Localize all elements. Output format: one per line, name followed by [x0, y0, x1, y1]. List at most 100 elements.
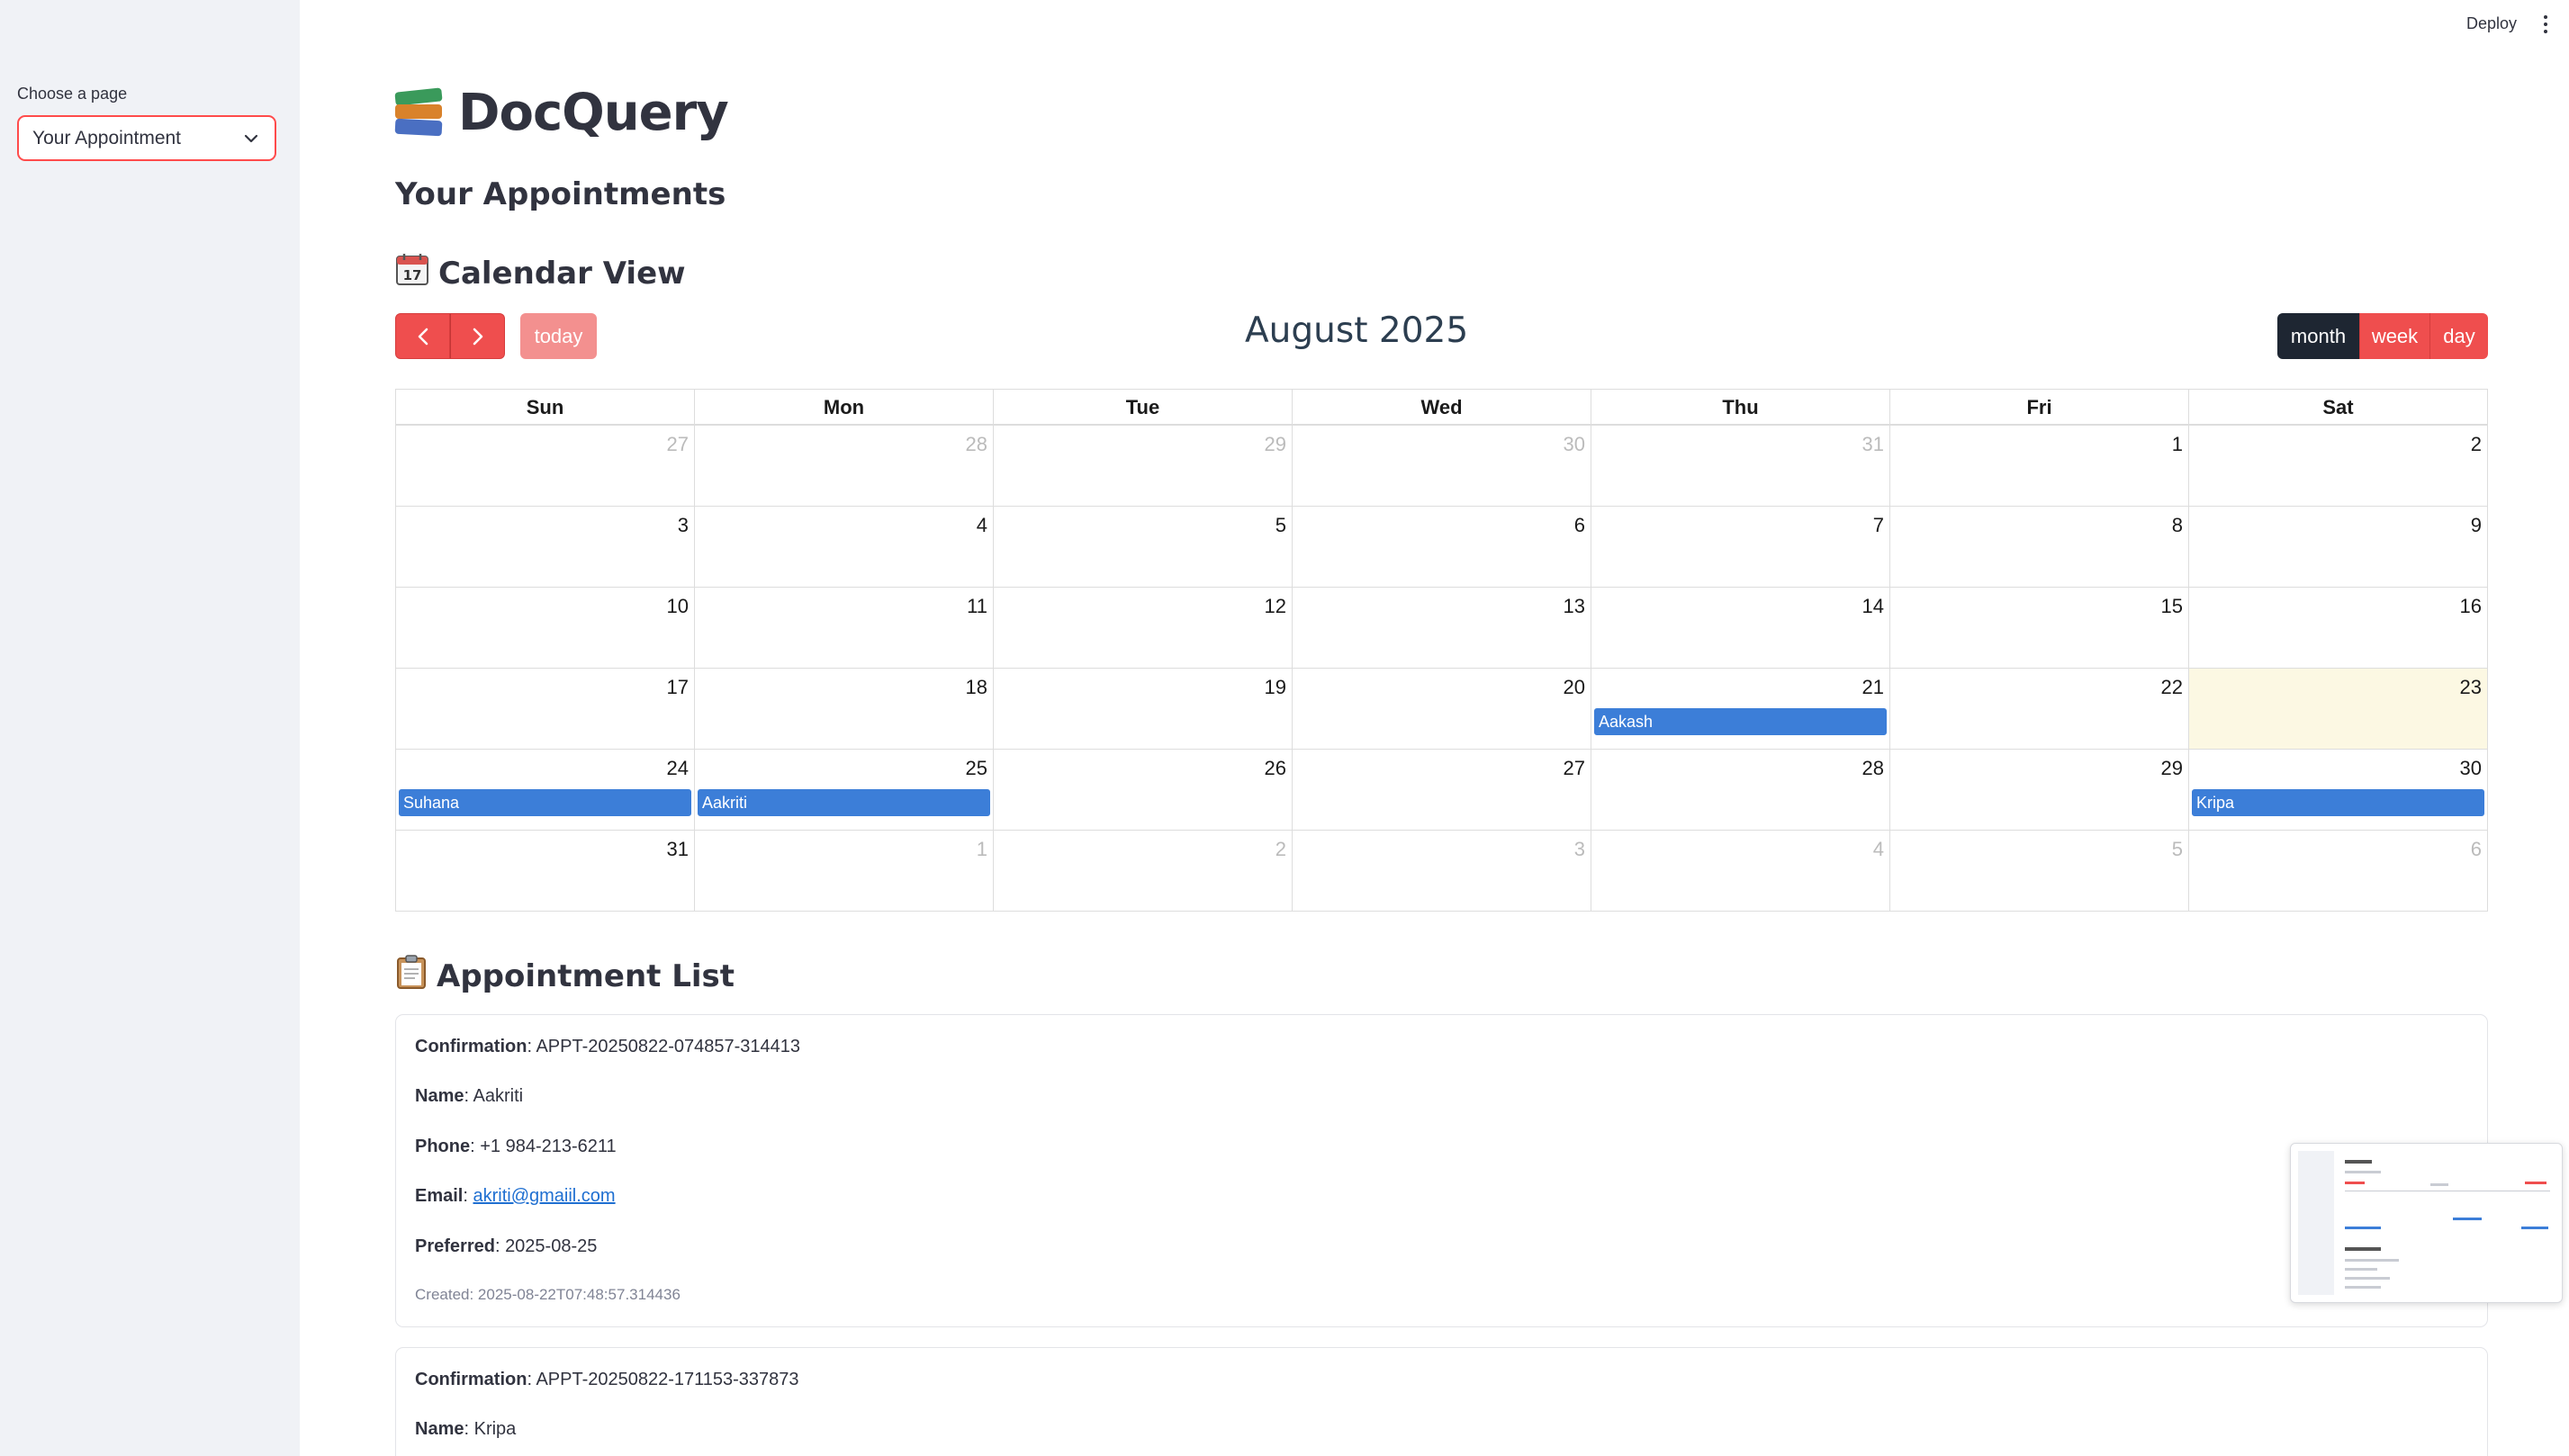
calendar-day-cell[interactable]: 11 [694, 588, 993, 668]
calendar-day-cell[interactable]: 8 [1889, 507, 2188, 587]
calendar-day-cell[interactable]: 7 [1591, 507, 1889, 587]
day-number: 4 [976, 514, 987, 536]
calendar-day-cell[interactable]: 26 [993, 750, 1292, 830]
day-number: 21 [1861, 676, 1884, 698]
day-number: 13 [1563, 595, 1585, 617]
calendar-day-cell[interactable]: 30 [1292, 426, 1591, 506]
day-number: 29 [1264, 433, 1286, 455]
day-number: 10 [666, 595, 689, 617]
appointment-list-heading-text: Appointment List [437, 957, 735, 994]
clipboard-icon [395, 954, 428, 998]
day-number: 31 [1861, 433, 1884, 455]
day-number: 19 [1264, 676, 1286, 698]
calendar-day-cell[interactable]: 27 [396, 426, 694, 506]
calendar-day-cell[interactable]: 10 [396, 588, 694, 668]
books-icon [394, 87, 444, 137]
calendar-event[interactable]: Aakash [1594, 708, 1887, 735]
weekday-wed: Wed [1292, 390, 1591, 424]
day-number: 2 [2470, 433, 2482, 455]
page-select[interactable]: Your Appointment [17, 115, 276, 161]
created-timestamp: Created: 2025-08-22T07:48:57.314436 [415, 1286, 681, 1303]
calendar-nav-group [395, 313, 505, 359]
page-select-label: Choose a page [17, 85, 128, 103]
email-field: Email: akriti@gmaiil.com [415, 1186, 616, 1206]
today-button[interactable]: today [520, 313, 597, 359]
calendar-day-cell[interactable]: 3 [396, 507, 694, 587]
calendar-title: August 2025 [1245, 310, 1469, 351]
calendar-day-cell[interactable]: 14 [1591, 588, 1889, 668]
calendar-event[interactable]: Suhana [399, 789, 691, 816]
calendar-day-cell[interactable]: 17 [396, 669, 694, 749]
calendar-event[interactable]: Kripa [2192, 789, 2484, 816]
day-number: 9 [2470, 514, 2482, 536]
calendar-day-cell[interactable]: 27 [1292, 750, 1591, 830]
calendar-day-cell[interactable]: 28 [1591, 750, 1889, 830]
app-title-text: DocQuery [458, 83, 729, 142]
day-view-button[interactable]: day [2429, 313, 2488, 359]
calendar-day-cell[interactable]: 6 [2188, 831, 2487, 911]
calendar-day-cell[interactable]: 5 [1889, 831, 2188, 911]
next-month-button[interactable] [450, 313, 505, 359]
day-number: 27 [1563, 757, 1585, 779]
day-number: 15 [2160, 595, 2183, 617]
screenshot-thumbnail[interactable] [2290, 1143, 2563, 1303]
day-number: 28 [965, 433, 987, 455]
calendar-day-cell[interactable]: 18 [694, 669, 993, 749]
name-field: Name: Aakriti [415, 1086, 524, 1106]
calendar-day-cell[interactable]: 4 [1591, 831, 1889, 911]
calendar-day-cell[interactable]: 31 [1591, 426, 1889, 506]
calendar-day-cell[interactable]: 2 [2188, 426, 2487, 506]
calendar-day-cell[interactable]: 3 [1292, 831, 1591, 911]
calendar-day-cell[interactable]: 25 Aakriti [694, 750, 993, 830]
weekday-tue: Tue [993, 390, 1292, 424]
calendar-day-cell[interactable]: 16 [2188, 588, 2487, 668]
calendar-day-cell[interactable]: 1 [694, 831, 993, 911]
day-number: 11 [967, 595, 987, 617]
email-link[interactable]: akriti@gmaiil.com [473, 1186, 615, 1206]
appointment-list-heading: Appointment List [395, 954, 735, 998]
calendar-day-cell[interactable]: 29 [993, 426, 1292, 506]
weekday-fri: Fri [1889, 390, 2188, 424]
week-view-button[interactable]: week [2359, 313, 2429, 359]
weekday-header: Sun Mon Tue Wed Thu Fri Sat [396, 390, 2487, 425]
calendar-event[interactable]: Aakriti [698, 789, 990, 816]
calendar-day-cell[interactable]: 22 [1889, 669, 2188, 749]
calendar-day-cell[interactable]: 28 [694, 426, 993, 506]
calendar-icon: 17 [395, 252, 429, 294]
calendar-week-row: 17 18 19 20 21 Aakash 22 23 [396, 668, 2487, 749]
calendar-week-row: 10 11 12 13 14 15 16 [396, 587, 2487, 668]
month-view-button[interactable]: month [2277, 313, 2359, 359]
calendar-day-cell[interactable]: 4 [694, 507, 993, 587]
chevron-right-icon [473, 328, 482, 345]
calendar-day-cell[interactable]: 12 [993, 588, 1292, 668]
calendar-day-cell[interactable]: 5 [993, 507, 1292, 587]
appointment-card: Confirmation: APPT-20250822-171153-33787… [395, 1347, 2488, 1456]
calendar-day-cell[interactable]: 15 [1889, 588, 2188, 668]
prev-month-button[interactable] [395, 313, 450, 359]
day-number: 6 [2470, 838, 2482, 860]
main-content: DocQuery Your Appointments 17 Calendar V… [300, 0, 2569, 1456]
calendar-day-cell[interactable]: 13 [1292, 588, 1591, 668]
day-number: 6 [1573, 514, 1585, 536]
day-number: 26 [1264, 757, 1286, 779]
calendar-day-cell[interactable]: 1 [1889, 426, 2188, 506]
page-select-value: Your Appointment [32, 127, 182, 148]
day-number: 30 [2459, 757, 2482, 779]
calendar-day-cell[interactable]: 6 [1292, 507, 1591, 587]
calendar-day-cell[interactable]: 20 [1292, 669, 1591, 749]
calendar-day-cell[interactable]: 29 [1889, 750, 2188, 830]
calendar-day-cell[interactable]: 21 Aakash [1591, 669, 1889, 749]
calendar-day-cell[interactable]: 2 [993, 831, 1292, 911]
day-number: 1 [976, 838, 987, 860]
calendar-week-row: 27 28 29 30 31 1 2 [396, 425, 2487, 506]
calendar-day-cell-today[interactable]: 23 [2188, 669, 2487, 749]
calendar-day-cell[interactable]: 19 [993, 669, 1292, 749]
calendar-day-cell[interactable]: 9 [2188, 507, 2487, 587]
day-number: 30 [1563, 433, 1585, 455]
calendar-day-cell[interactable]: 30 Kripa [2188, 750, 2487, 830]
calendar-day-cell[interactable]: 24 Suhana [396, 750, 694, 830]
appointment-card: Confirmation: APPT-20250822-074857-31441… [395, 1014, 2488, 1327]
calendar-day-cell[interactable]: 31 [396, 831, 694, 911]
app-title: DocQuery [394, 81, 729, 144]
calendar-view-heading: 17 Calendar View [395, 252, 686, 294]
